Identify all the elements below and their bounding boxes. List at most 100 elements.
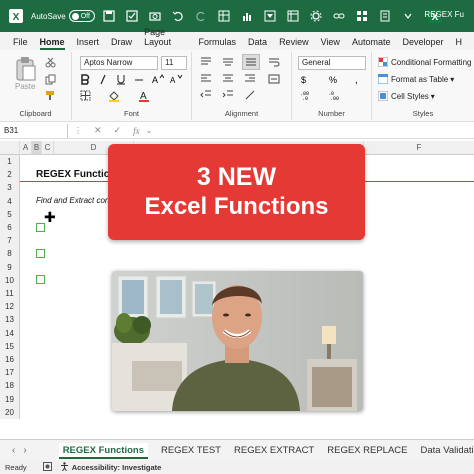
chevron-down-icon[interactable] xyxy=(398,7,418,25)
row-header[interactable]: 10 xyxy=(0,273,20,287)
row-header[interactable]: 13 xyxy=(0,313,20,327)
merge-center-icon[interactable] xyxy=(268,74,280,84)
sheet-tab-regex-extract[interactable]: REGEX EXTRACT xyxy=(234,445,314,456)
conditional-formatting-button[interactable]: Conditional Formatting xyxy=(378,57,471,67)
undo-icon[interactable] xyxy=(168,7,188,25)
row-header[interactable]: 11 xyxy=(0,287,20,301)
column-header-c[interactable]: C xyxy=(42,141,54,155)
table-icon[interactable] xyxy=(214,7,234,25)
row-header[interactable]: 12 xyxy=(0,300,20,314)
row-7-checkbox[interactable] xyxy=(36,249,45,258)
underline-button[interactable] xyxy=(116,74,126,85)
format-as-table-button[interactable]: Format as Table ▾ xyxy=(378,74,454,84)
number-format-select[interactable]: General xyxy=(298,56,366,70)
comma-icon[interactable]: , xyxy=(352,74,364,85)
column-header-f[interactable]: F xyxy=(364,141,474,155)
font-size-select[interactable]: 11 xyxy=(161,56,187,70)
tab-automate[interactable]: Automate xyxy=(352,37,391,50)
row-header[interactable]: 9 xyxy=(0,260,20,274)
cell-styles-button[interactable]: Cell Styles ▾ xyxy=(378,91,435,101)
camera-icon[interactable] xyxy=(145,7,165,25)
tab-review[interactable]: Review xyxy=(279,37,309,50)
strikethrough-icon[interactable] xyxy=(134,74,144,85)
row-9-checkbox[interactable] xyxy=(36,275,45,284)
tab-home[interactable]: Home xyxy=(39,37,65,50)
row-header[interactable]: 19 xyxy=(0,392,20,406)
row-header[interactable]: 7 xyxy=(0,234,20,248)
name-box[interactable]: B31 xyxy=(0,123,68,138)
percent-icon[interactable]: % xyxy=(328,74,340,85)
grid-icon[interactable] xyxy=(352,7,372,25)
decrease-font-icon[interactable]: A xyxy=(170,74,182,85)
tab-data[interactable]: Data xyxy=(248,37,267,50)
filter-icon[interactable] xyxy=(260,7,280,25)
column-header-a[interactable]: A xyxy=(20,141,32,155)
align-bottom-icon[interactable] xyxy=(242,54,260,70)
tab-help[interactable]: H xyxy=(456,37,463,50)
prev-sheet-icon[interactable]: ‹ xyxy=(12,445,15,456)
decrease-decimal-icon[interactable]: .0.00 xyxy=(328,90,342,101)
chart-icon[interactable] xyxy=(237,7,257,25)
tab-formulas[interactable]: Formulas xyxy=(199,37,237,50)
wrap-text-icon[interactable] xyxy=(268,57,280,67)
column-header-b[interactable]: B xyxy=(32,141,42,155)
font-name-select[interactable]: Aptos Narrow xyxy=(80,56,158,70)
autosave-toggle[interactable]: Off xyxy=(68,10,95,22)
align-right-icon[interactable] xyxy=(244,74,256,84)
tab-view[interactable]: View xyxy=(321,37,340,50)
tab-draw[interactable]: Draw xyxy=(111,37,132,50)
paste-icon[interactable] xyxy=(15,56,37,82)
select-all-corner[interactable] xyxy=(0,141,20,155)
link-icon[interactable] xyxy=(329,7,349,25)
next-sheet-icon[interactable]: › xyxy=(23,445,26,456)
tab-file[interactable]: File xyxy=(13,37,28,50)
row-header[interactable]: 17 xyxy=(0,366,20,380)
macro-recorder-icon[interactable] xyxy=(42,462,52,473)
enter-icon[interactable]: ✓ xyxy=(114,125,122,136)
sheet-tab-data-validation[interactable]: Data Validation xyxy=(421,445,474,456)
save-icon[interactable] xyxy=(99,7,119,25)
fill-color-icon[interactable] xyxy=(108,90,120,102)
sheet-icon[interactable] xyxy=(375,7,395,25)
tab-developer[interactable]: Developer xyxy=(402,37,443,50)
settings-icon[interactable] xyxy=(306,7,326,25)
row-header[interactable]: 16 xyxy=(0,353,20,367)
tab-page-layout[interactable]: Page Layout xyxy=(144,27,186,50)
accessibility-status[interactable]: Accessibility: Investigate xyxy=(72,463,162,472)
accounting-icon[interactable]: $ xyxy=(300,74,312,85)
font-color-icon[interactable]: A xyxy=(138,90,150,102)
increase-indent-icon[interactable] xyxy=(222,90,234,100)
tab-insert[interactable]: Insert xyxy=(77,37,100,50)
row-header[interactable]: 6 xyxy=(0,221,20,235)
row-header[interactable]: 15 xyxy=(0,339,20,353)
row-header[interactable]: 3 xyxy=(0,181,20,195)
row-header[interactable]: 5 xyxy=(0,207,20,221)
italic-button[interactable] xyxy=(98,74,108,85)
decrease-indent-icon[interactable] xyxy=(200,90,212,100)
form-icon[interactable] xyxy=(122,7,142,25)
sheet-tab-regex-test[interactable]: REGEX TEST xyxy=(161,445,221,456)
increase-decimal-icon[interactable]: .00.0 xyxy=(300,90,314,101)
orientation-icon[interactable] xyxy=(244,90,256,100)
sheet-tab-regex-replace[interactable]: REGEX REPLACE xyxy=(327,445,407,456)
formula-input[interactable] xyxy=(158,124,474,138)
increase-font-icon[interactable]: A xyxy=(152,74,164,85)
row-header[interactable]: 4 xyxy=(0,194,20,208)
row-header[interactable]: 14 xyxy=(0,326,20,340)
align-top-icon[interactable] xyxy=(200,57,212,67)
row-5-checkbox[interactable] xyxy=(36,223,45,232)
redo-icon[interactable] xyxy=(191,7,211,25)
expand-icon[interactable]: ⌄ xyxy=(146,126,153,135)
copy-icon[interactable] xyxy=(45,74,56,85)
cancel-icon[interactable]: ✕ xyxy=(94,125,102,136)
cut-icon[interactable] xyxy=(45,57,56,68)
format-painter-icon[interactable] xyxy=(45,90,56,101)
more-options-icon[interactable]: ⋮ xyxy=(74,126,82,135)
row-header[interactable]: 1 xyxy=(0,155,20,169)
align-left-icon[interactable] xyxy=(200,74,212,84)
pivot-icon[interactable] xyxy=(283,7,303,25)
fx-icon[interactable]: fx xyxy=(133,126,140,136)
row-header[interactable]: 20 xyxy=(0,405,20,419)
row-header[interactable]: 8 xyxy=(0,247,20,261)
align-middle-icon[interactable] xyxy=(222,57,234,67)
